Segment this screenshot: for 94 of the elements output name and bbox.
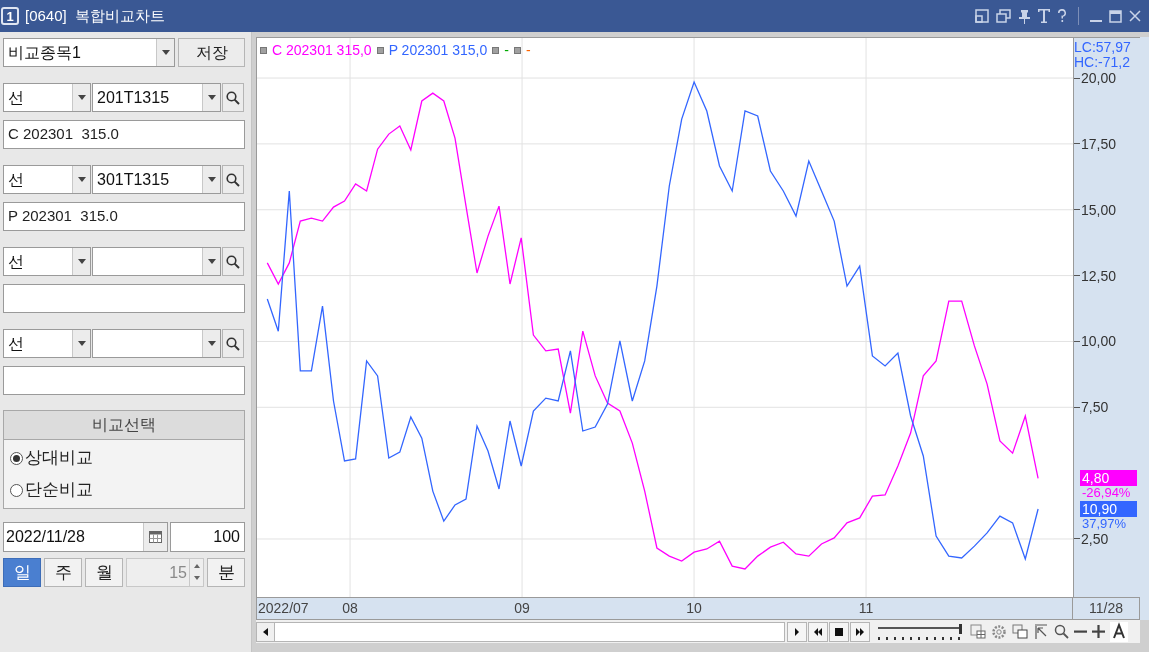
date-field[interactable]: 2022/11/28 — [3, 522, 168, 552]
y-axis-label: 17,50 — [1080, 134, 1117, 153]
search-icon[interactable] — [1054, 624, 1069, 639]
dropdown-caret-icon — [77, 259, 86, 264]
symbol-name-field[interactable]: P 202301 315.0 — [3, 202, 245, 231]
fast-forward-button[interactable] — [850, 621, 870, 642]
price-tag: 10,90 — [1080, 500, 1137, 517]
y-axis-label: 20,00 — [1080, 69, 1117, 88]
x-axis-label: 09 — [513, 598, 531, 619]
legend-marker-icon — [513, 47, 521, 54]
dropdown-caret-icon — [77, 177, 86, 182]
slider-thumb[interactable] — [959, 623, 962, 634]
maximize-icon[interactable] — [1109, 9, 1122, 23]
legend-marker-icon — [492, 47, 500, 54]
search-icon — [226, 172, 240, 187]
period-tab[interactable]: 월 — [85, 558, 123, 587]
slider-ticks-icon — [878, 636, 960, 640]
x-axis-label: 2022/07 — [258, 599, 309, 618]
y-axis-label: 15,00 — [1080, 200, 1117, 219]
dropdown-field[interactable]: 301T1315 — [92, 165, 221, 194]
dropdown-field[interactable]: 비교종목1 — [3, 38, 175, 67]
x-axis-label: 08 — [341, 598, 359, 619]
search-icon — [226, 254, 240, 269]
stop-button[interactable] — [829, 621, 849, 642]
legend-label: C 202301 315,0 — [272, 41, 372, 60]
settings-icon[interactable] — [991, 623, 1007, 640]
calendar-icon[interactable] — [149, 531, 162, 543]
period-tab[interactable]: 일 — [3, 558, 41, 587]
overlap-window-icon[interactable] — [1012, 624, 1028, 639]
y-axis-label: 2,50 — [1080, 530, 1109, 548]
dropdown-field[interactable]: 선 — [3, 329, 91, 358]
grid-window-icon[interactable] — [970, 624, 986, 639]
search-icon — [226, 90, 240, 105]
price-tag: 4,80 — [1080, 470, 1137, 487]
dropdown-caret-icon — [207, 341, 216, 346]
save-button[interactable]: 저장 — [178, 38, 245, 67]
last-date-label: 11/28 — [1089, 599, 1123, 618]
count-field[interactable]: 100 — [170, 522, 245, 552]
dropdown-caret-icon — [207, 259, 216, 264]
dropdown-caret-icon — [77, 341, 86, 346]
axis-note: HC:-71,2 — [1074, 55, 1132, 70]
search-button[interactable] — [222, 329, 244, 358]
y-axis-label: 7,50 — [1080, 398, 1109, 417]
dropdown-caret-icon — [161, 50, 170, 55]
layout-icon[interactable] — [975, 9, 989, 23]
zoom-in-icon[interactable] — [1092, 625, 1105, 638]
dropdown-field[interactable]: 선 — [3, 165, 91, 194]
legend-label: - — [504, 41, 509, 60]
copy-window-icon[interactable] — [996, 9, 1011, 23]
pin-icon[interactable] — [1018, 8, 1031, 24]
radio-option[interactable]: 단순비교 — [4, 474, 244, 506]
rewind-icon — [813, 627, 823, 636]
search-button[interactable] — [222, 83, 244, 112]
rewind-button[interactable] — [808, 621, 828, 642]
text-icon[interactable] — [1038, 9, 1050, 23]
stop-icon — [834, 627, 844, 636]
y-axis-label: 12,50 — [1080, 266, 1117, 285]
group-header: 비교선택 — [4, 411, 244, 440]
scroll-left-icon[interactable] — [263, 627, 268, 636]
dropdown-field[interactable] — [92, 329, 221, 358]
symbol-name-field[interactable] — [3, 366, 245, 395]
horizontal-scrollbar[interactable] — [256, 621, 785, 642]
dropdown-caret-icon — [77, 95, 86, 100]
minute-button[interactable]: 분 — [207, 558, 245, 587]
window-number-badge: 1 — [1, 7, 19, 25]
dropdown-field[interactable]: 선 — [3, 247, 91, 276]
legend-label: P 202301 315,0 — [388, 41, 488, 60]
window-title: [0640] 복합비교차트 — [25, 5, 166, 26]
cursor-icon[interactable] — [1033, 623, 1049, 640]
dropdown-caret-icon — [207, 95, 216, 100]
legend-label: - — [525, 41, 531, 60]
help-icon[interactable] — [1057, 9, 1067, 23]
close-icon[interactable] — [1129, 10, 1141, 22]
legend-marker-icon — [376, 47, 384, 54]
play-icon — [792, 627, 802, 636]
x-axis-label: 11 — [857, 598, 875, 619]
axis-note: LC:57,97 — [1074, 40, 1132, 55]
dropdown-field[interactable]: 201T1315 — [92, 83, 221, 112]
symbol-name-field[interactable]: C 202301 315.0 — [3, 120, 245, 149]
font-icon[interactable] — [1110, 621, 1128, 642]
search-icon — [226, 336, 240, 351]
play-button[interactable] — [787, 621, 807, 642]
dropdown-field[interactable]: 선 — [3, 83, 91, 112]
search-button[interactable] — [222, 247, 244, 276]
y-axis-label: 10,00 — [1080, 332, 1117, 351]
radio-option[interactable]: 상대비교 — [4, 442, 244, 474]
symbol-name-field[interactable] — [3, 284, 245, 313]
period-tab[interactable]: 주 — [44, 558, 82, 587]
search-button[interactable] — [222, 165, 244, 194]
legend-marker-icon — [260, 47, 267, 54]
fast-forward-icon — [855, 627, 865, 636]
dropdown-field[interactable] — [92, 247, 221, 276]
x-axis-label: 10 — [685, 598, 703, 619]
dropdown-caret-icon — [207, 177, 216, 182]
